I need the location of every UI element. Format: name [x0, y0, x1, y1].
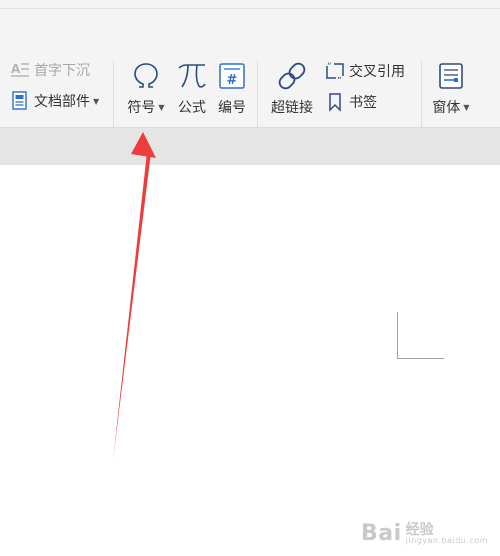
arrow-shaft: [113, 152, 151, 460]
watermark-url: jingyan.baidu.com: [405, 535, 488, 545]
arrow-head: [131, 132, 156, 158]
baidu-jingyan-watermark: Bai 经验 jingyan.baidu.com: [361, 521, 488, 546]
watermark-product: 经验: [405, 521, 434, 538]
annotation-arrow: [113, 132, 156, 460]
watermark-brand: Bai: [361, 521, 402, 546]
